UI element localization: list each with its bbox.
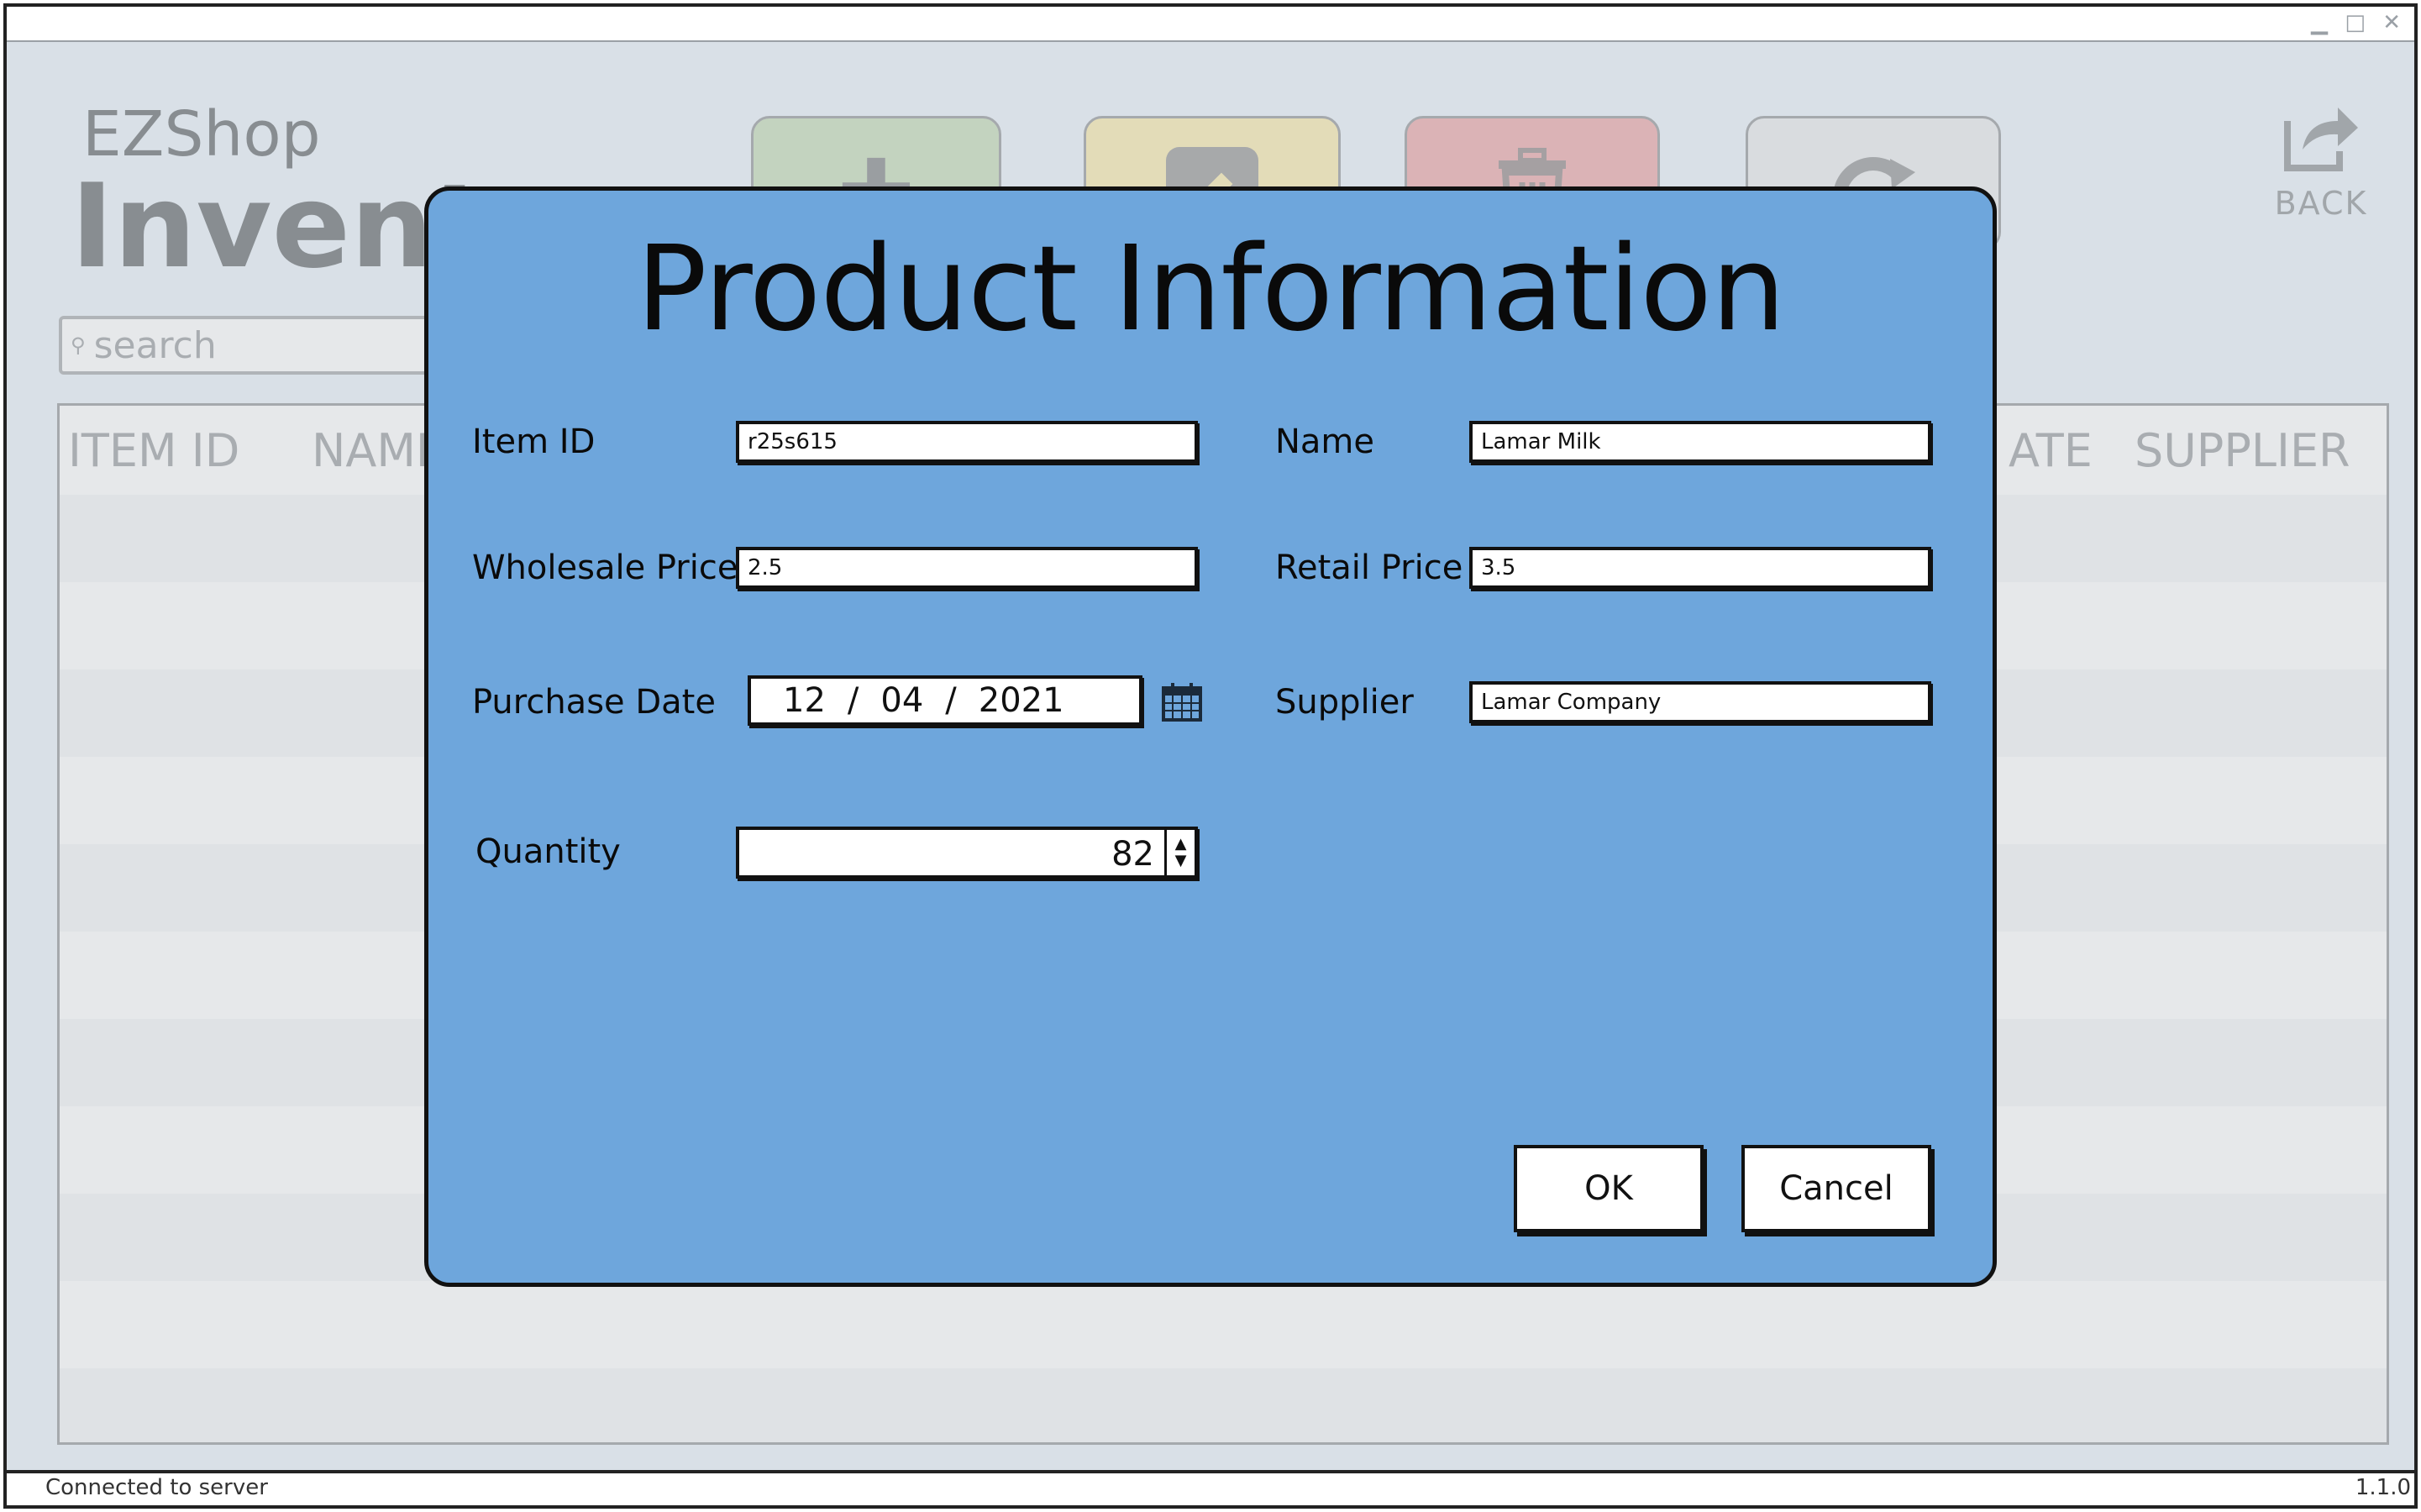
connection-status: Connected to server bbox=[45, 1475, 268, 1500]
date-day[interactable]: 04 bbox=[880, 681, 923, 720]
retail-price-field[interactable] bbox=[1469, 547, 1931, 589]
ok-button[interactable]: OK bbox=[1514, 1145, 1704, 1232]
quantity-spinner[interactable]: ▲ ▼ bbox=[1164, 830, 1195, 875]
purchase-date-field[interactable]: 12 / 04 / 2021 bbox=[748, 675, 1142, 726]
version-label: 1.1.0 bbox=[2355, 1475, 2411, 1500]
cancel-button[interactable]: Cancel bbox=[1741, 1145, 1931, 1232]
quantity-value[interactable]: 82 bbox=[1111, 835, 1154, 874]
wholesale-price-label: Wholesale Price bbox=[472, 549, 738, 587]
spin-up-icon[interactable]: ▲ bbox=[1175, 836, 1187, 853]
wholesale-price-field[interactable] bbox=[736, 547, 1198, 589]
product-information-dialog: Product Information Item ID Name Wholesa… bbox=[424, 186, 1997, 1287]
table-row[interactable] bbox=[60, 1281, 2387, 1368]
table-row[interactable] bbox=[60, 1368, 2387, 1442]
search-icon: ⚲ bbox=[71, 333, 86, 357]
date-month[interactable]: 12 bbox=[783, 681, 826, 720]
column-header-supplier[interactable]: SUPPLIER bbox=[2135, 424, 2350, 477]
column-header-item-id[interactable]: ITEM ID bbox=[68, 424, 239, 477]
retail-price-input[interactable] bbox=[1481, 555, 1928, 580]
app-brand-name: EZShop bbox=[82, 98, 321, 171]
item-id-field[interactable] bbox=[736, 421, 1198, 463]
supplier-field[interactable] bbox=[1469, 681, 1931, 723]
quantity-stepper[interactable]: 82 ▲ ▼ bbox=[736, 827, 1198, 879]
item-id-input[interactable] bbox=[748, 429, 1195, 454]
back-button[interactable]: BACK bbox=[2266, 96, 2376, 222]
share-arrow-icon bbox=[2284, 108, 2358, 171]
name-input[interactable] bbox=[1481, 429, 1928, 454]
wholesale-price-input[interactable] bbox=[748, 555, 1195, 580]
spin-down-icon[interactable]: ▼ bbox=[1175, 853, 1187, 869]
date-separator: / bbox=[945, 681, 957, 720]
date-year[interactable]: 2021 bbox=[979, 681, 1064, 720]
column-header-date[interactable]: ATE bbox=[2009, 424, 2093, 477]
item-id-label: Item ID bbox=[472, 423, 596, 461]
supplier-input[interactable] bbox=[1481, 690, 1928, 715]
name-field[interactable] bbox=[1469, 421, 1931, 463]
name-label: Name bbox=[1275, 423, 1375, 461]
quantity-label: Quantity bbox=[475, 832, 621, 871]
status-bar: Connected to server 1.1.0 bbox=[7, 1470, 2414, 1505]
supplier-label: Supplier bbox=[1275, 683, 1414, 722]
retail-price-label: Retail Price bbox=[1275, 549, 1463, 587]
calendar-icon[interactable] bbox=[1161, 681, 1203, 722]
date-separator: / bbox=[847, 681, 859, 720]
purchase-date-label: Purchase Date bbox=[472, 683, 716, 722]
dialog-title: Product Information bbox=[636, 221, 1785, 358]
window-controls[interactable]: ▁ □ ✕ bbox=[2311, 10, 2406, 35]
back-label: BACK bbox=[2274, 185, 2368, 222]
